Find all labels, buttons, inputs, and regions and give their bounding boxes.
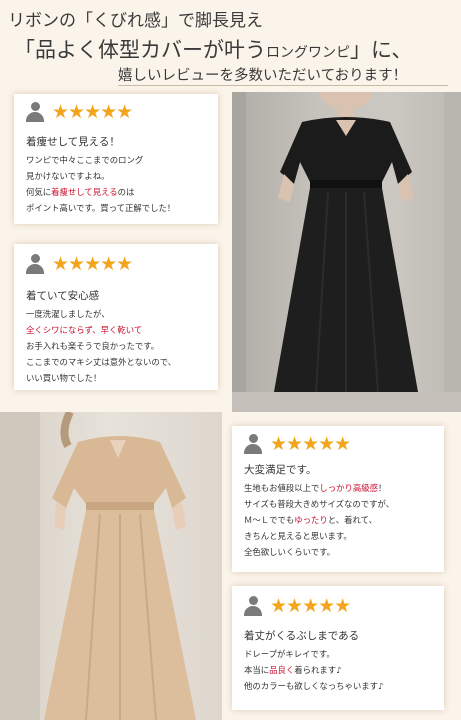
review-body: ワンピで中々ここまでのロング 見かけないですよね。 何気に着痩せして見えるのは … bbox=[26, 152, 175, 216]
header-line-1: リボンの「くびれ感」で脚長見え bbox=[8, 11, 263, 31]
review-highlight: 着痩せして見える bbox=[51, 187, 118, 197]
review-text: Ｍ～Ｌででも bbox=[244, 515, 295, 525]
review-text: 本当に bbox=[244, 665, 270, 675]
review-line: サイズも普段大きめサイズなのですが、 bbox=[244, 499, 395, 509]
review-line: ワンピで中々ここまでのロング bbox=[26, 155, 144, 165]
beige-dress-illustration bbox=[0, 412, 196, 720]
review-card: ★★★★★ 着丈がくるぶしまである ドレープがキレイです。 本当に品良く着られま… bbox=[232, 586, 444, 710]
review-line: Ｍ～Ｌででもゆったりと、着れて、 bbox=[244, 512, 394, 528]
review-title: 着痩せして見える！ bbox=[26, 136, 120, 148]
review-card: ★★★★★ 大変満足です。 生地もお値段以上でしっかり高級感！ サイズも普段大き… bbox=[232, 426, 444, 572]
review-line: きちんと見えると思います。 bbox=[244, 531, 352, 541]
review-line: 生地もお値段以上でしっかり高級感！ bbox=[244, 480, 394, 496]
review-highlight: 品良く bbox=[269, 665, 295, 675]
rating-stars: ★★★★★ bbox=[270, 595, 351, 617]
review-line: 全色欲しいくらいです。 bbox=[244, 547, 336, 557]
user-icon bbox=[244, 596, 262, 616]
header-divider bbox=[118, 85, 448, 86]
review-line: お手入れも楽そうで良かったです。 bbox=[26, 341, 160, 351]
user-icon bbox=[244, 434, 262, 454]
review-line: ドレープがキレイです。 bbox=[244, 649, 335, 659]
review-text: 何気に bbox=[26, 187, 52, 197]
review-line: 本当に品良く着られます♪ bbox=[244, 662, 383, 678]
review-highlight: しっかり高級感 bbox=[319, 483, 378, 493]
review-line: 他のカラーも欲しくなっちゃいます♪ bbox=[244, 681, 384, 691]
review-highlight: ゆったり bbox=[294, 515, 328, 525]
user-icon bbox=[26, 254, 44, 274]
rating-stars: ★★★★★ bbox=[52, 253, 133, 275]
review-text: ！ bbox=[378, 483, 387, 493]
review-body: ドレープがキレイです。 本当に品良く着られます♪ 他のカラーも欲しくなっちゃいま… bbox=[244, 646, 383, 694]
review-line: ここまでのマキシ丈は意外とないので、 bbox=[26, 357, 177, 367]
review-line: 全くシワにならず、早く乾いて bbox=[26, 322, 176, 338]
review-line: ポイント高いです。買って正解でした！ bbox=[26, 203, 176, 213]
rating-stars: ★★★★★ bbox=[52, 101, 133, 123]
header-line-2-main: 「品よく体型カバーが叶う bbox=[14, 38, 266, 62]
review-card: ★★★★★ 着ていて安心感 一度洗濯しましたが、 全くシワにならず、早く乾いて … bbox=[14, 244, 218, 390]
review-highlight: 全くシワにならず、早く乾いて bbox=[26, 325, 143, 335]
review-title: 大変満足です。 bbox=[244, 464, 317, 476]
header-line-3: 嬉しいレビューを多数いただいております！ bbox=[118, 68, 408, 84]
review-title: 着ていて安心感 bbox=[26, 290, 100, 302]
review-body: 生地もお値段以上でしっかり高級感！ サイズも普段大きめサイズなのですが、 Ｍ～Ｌ… bbox=[244, 480, 394, 560]
review-title: 着丈がくるぶしまである bbox=[244, 630, 360, 642]
user-icon bbox=[26, 102, 44, 122]
review-text: 着られます♪ bbox=[294, 665, 342, 675]
photo-black-dress bbox=[232, 92, 461, 412]
header-line-2-end: 」に、 bbox=[350, 38, 413, 62]
header: リボンの「くびれ感」で脚長見え 「品よく体型カバーが叶うロングワンピ」に、 嬉し… bbox=[0, 0, 461, 92]
rating-stars: ★★★★★ bbox=[270, 433, 351, 455]
review-text: のは bbox=[117, 187, 135, 197]
review-line: 見かけないですよね。 bbox=[26, 171, 110, 181]
review-card: ★★★★★ 着痩せして見える！ ワンピで中々ここまでのロング 見かけないですよね… bbox=[14, 94, 218, 224]
review-line: いい買い物でした！ bbox=[26, 373, 102, 383]
black-dress-illustration bbox=[232, 92, 461, 412]
review-line: 一度洗濯しましたが、 bbox=[26, 309, 110, 319]
review-body: 一度洗濯しましたが、 全くシワにならず、早く乾いて お手入れも楽そうで良かったで… bbox=[26, 306, 176, 386]
photo-beige-dress bbox=[0, 412, 222, 720]
header-line-2: 「品よく体型カバーが叶うロングワンピ」に、 bbox=[14, 34, 412, 64]
header-line-2-small: ロングワンピ bbox=[266, 45, 350, 61]
review-text: と、着れて、 bbox=[327, 515, 377, 525]
review-text: 生地もお値段以上で bbox=[244, 483, 320, 493]
review-line: 何気に着痩せして見えるのは bbox=[26, 184, 175, 200]
